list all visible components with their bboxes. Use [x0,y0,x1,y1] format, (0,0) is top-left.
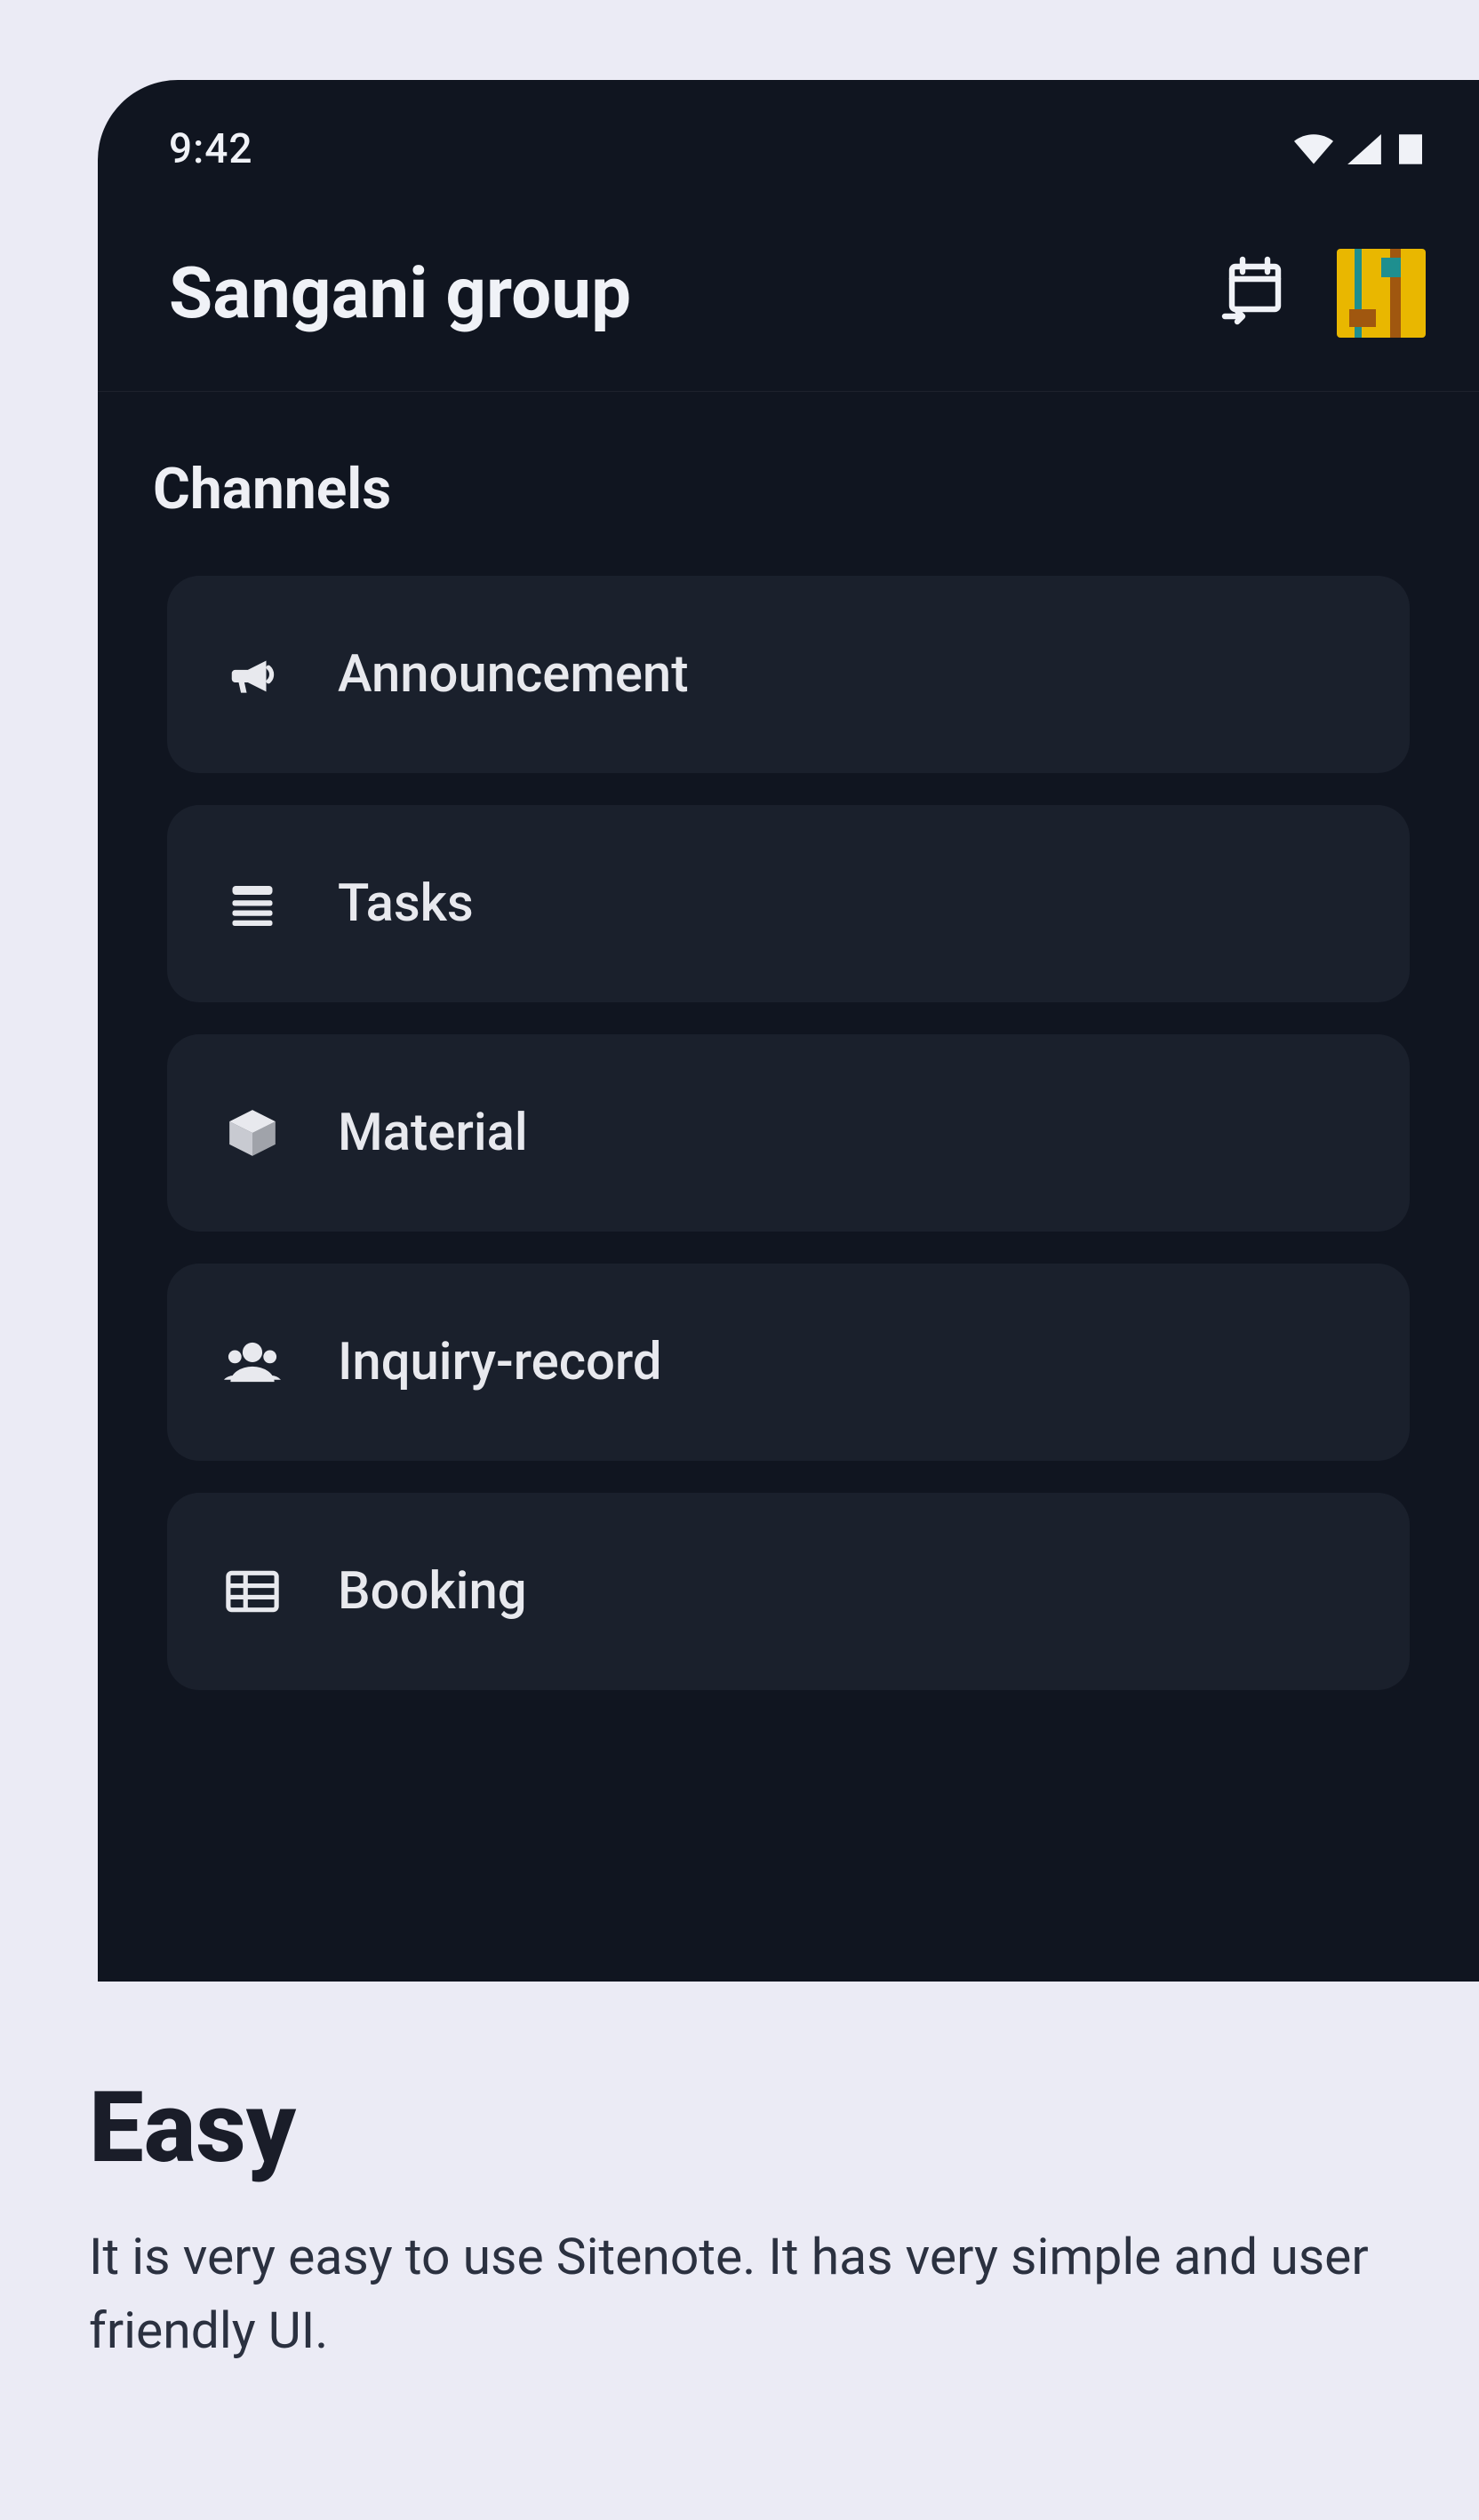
caption-body: It is very easy to use Sitenote. It has … [89,2221,1390,2367]
channel-material[interactable]: Material [167,1034,1410,1232]
wifi-icon [1294,134,1333,164]
channel-list: Announcement Tasks [144,576,1433,1726]
page-title: Sangani group [169,251,631,335]
app-header: Sangani group [98,195,1479,392]
table-icon [220,1568,284,1615]
section-title: Channels [144,456,1433,522]
caption-heading: Easy [89,2070,1390,2185]
header-actions [1218,249,1426,338]
channels-section: Channels Announcement [98,392,1479,1726]
channel-label: Booking [338,1561,527,1622]
cellular-icon [1347,134,1381,164]
calendar-import-button[interactable] [1218,258,1289,329]
channel-label: Material [338,1103,528,1163]
status-indicators [1294,134,1422,164]
channel-booking[interactable]: Booking [167,1493,1410,1690]
battery-icon [1399,134,1422,164]
channel-tasks[interactable]: Tasks [167,805,1410,1002]
status-time: 9:42 [169,125,253,173]
bullhorn-icon [220,647,284,702]
channel-label: Announcement [338,644,689,705]
channel-label: Tasks [338,873,474,934]
app-screen: 9:42 Sangani group [98,80,1479,1982]
list-icon [220,877,284,930]
avatar[interactable] [1337,249,1426,338]
users-icon [220,1336,284,1389]
status-bar: 9:42 [98,80,1479,195]
cube-icon [220,1105,284,1160]
calendar-import-icon [1221,256,1285,331]
channel-inquiry-record[interactable]: Inquiry-record [167,1264,1410,1461]
channel-announcement[interactable]: Announcement [167,576,1410,773]
channel-label: Inquiry-record [338,1332,662,1392]
feature-caption: Easy It is very easy to use Sitenote. It… [0,1982,1479,2367]
